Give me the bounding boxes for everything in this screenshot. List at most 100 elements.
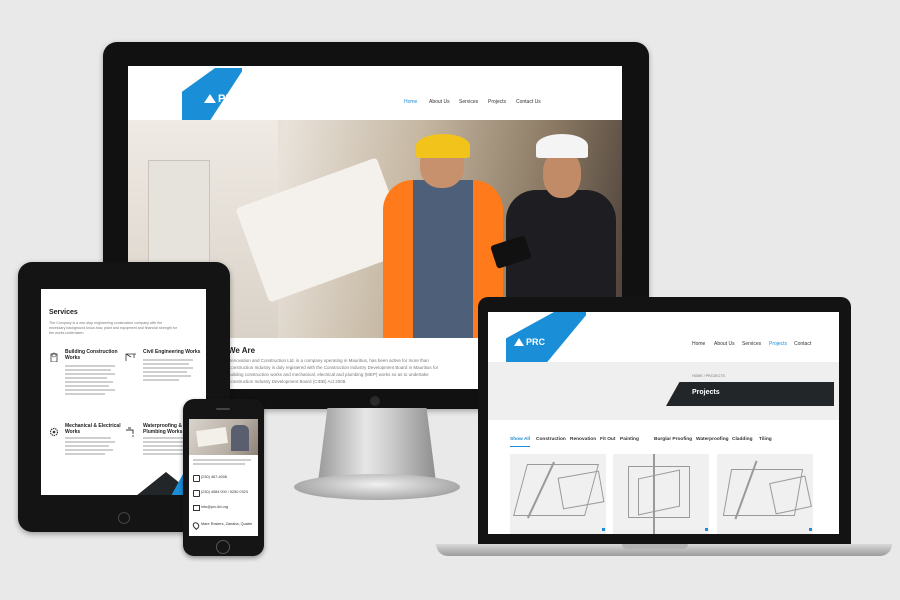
project-thumbnail[interactable]: [717, 454, 813, 534]
laptop-trackpad-notch: [622, 544, 688, 549]
laptop-logo-mark-icon: [514, 338, 524, 346]
laptop-logo-text: PRC: [526, 337, 546, 347]
service-text: [143, 359, 193, 361]
desktop-nav-projects[interactable]: Projects: [488, 99, 506, 105]
contact-phone-1[interactable]: (230) 467-4006: [201, 475, 227, 479]
service-title-building[interactable]: Building Construction Works: [65, 349, 118, 361]
project-link-icon: [602, 528, 605, 531]
laptop-screen: PRC Home About Us Services Projects Cont…: [488, 312, 839, 534]
location-icon: [191, 520, 201, 531]
about-line: Construction Industry Development Board …: [228, 379, 347, 384]
phone-icon: [193, 490, 200, 497]
monitor-stand: [318, 408, 436, 482]
hero-worker-shirt: [413, 180, 473, 338]
service-title-line: Plumbing Works: [143, 429, 183, 435]
tablet-screen: Services The Company is a one-stop engin…: [41, 289, 206, 495]
desktop-nav-services[interactable]: Services: [459, 99, 478, 105]
active-filter-underline: [510, 446, 530, 447]
hero-yellow-helmet: [416, 134, 470, 158]
service-text: [65, 449, 113, 451]
laptop-nav-about[interactable]: About Us: [714, 341, 735, 347]
about-line: Renovation and Construction Ltd. is a co…: [228, 358, 429, 363]
service-title-line: Works: [65, 429, 81, 435]
desktop-nav-contact[interactable]: Contact Us: [516, 99, 541, 105]
faucet-icon: [125, 424, 137, 437]
desktop-nav-home[interactable]: Home: [404, 99, 417, 105]
service-text: [65, 445, 109, 447]
service-text: [143, 367, 193, 369]
filter-cladding[interactable]: Cladding: [732, 437, 753, 442]
service-text: [65, 437, 111, 439]
monitor-logo-icon: [370, 396, 380, 406]
services-intro-line: necessary background know-how, plant and…: [49, 326, 178, 330]
filter-tiling[interactable]: Tiling: [759, 437, 772, 442]
service-text: [65, 369, 111, 371]
monitor-base: [294, 474, 460, 500]
services-intro-line: the works undertaken.: [49, 331, 85, 335]
filter-burglar-proofing[interactable]: Burglar Proofing: [654, 437, 692, 442]
service-text: [65, 381, 113, 383]
service-text: [65, 393, 105, 395]
project-thumbnail[interactable]: [613, 454, 709, 534]
service-text: [143, 379, 179, 381]
filter-painting[interactable]: Painting: [620, 437, 639, 442]
service-title-line: Civil Engineering Works: [143, 349, 201, 355]
breadcrumb[interactable]: HOME / PROJECTS: [692, 374, 725, 378]
hero-white-helmet: [536, 134, 588, 158]
service-text: [143, 375, 191, 377]
service-text: [143, 363, 189, 365]
filter-show-all[interactable]: Show All: [510, 437, 530, 442]
phone-text: [193, 463, 245, 465]
mail-icon: [193, 505, 200, 511]
filter-construction[interactable]: Construction: [536, 437, 566, 442]
page-title: Projects: [692, 389, 720, 396]
filter-fit-out[interactable]: Fit Out: [600, 437, 615, 442]
about-heading: We Are: [228, 346, 256, 355]
desktop-nav-about[interactable]: About Us: [429, 99, 450, 105]
services-intro-line: The Company is a one-stop engineering co…: [49, 321, 163, 325]
service-title-civil[interactable]: Civil Engineering Works: [143, 349, 200, 355]
service-text: [65, 377, 107, 379]
desktop-header: PRC Home About Us Services Projects Cont…: [128, 66, 622, 136]
service-title-mechanical[interactable]: Mechanical & Electrical Works: [65, 423, 121, 435]
service-title-line: Works: [65, 355, 81, 361]
phone-hero-image: [189, 419, 258, 455]
building-icon: [49, 349, 59, 363]
service-text: [65, 373, 115, 375]
laptop-nav-contact[interactable]: Contact: [794, 341, 811, 347]
contact-email[interactable]: info@prc-ltd.org: [201, 505, 228, 509]
service-text: [65, 385, 109, 387]
desktop-logo-mark-icon: [204, 94, 216, 103]
desktop-logo-text: PRC: [218, 93, 242, 105]
service-text: [65, 453, 105, 455]
phone-screen: (230) 467-4006 (230) 4584 000 / 5250 032…: [189, 419, 258, 536]
tablet-home-button[interactable]: [118, 512, 130, 524]
phone-hero-person: [231, 425, 249, 451]
services-heading: Services: [49, 309, 78, 316]
project-filters: Show All Construction Renovation Fit Out…: [510, 437, 839, 447]
service-title-waterproofing[interactable]: Waterproofing & Plumbing Works: [143, 423, 182, 435]
service-text: [143, 371, 187, 373]
service-text: [65, 365, 115, 367]
phone-speaker: [216, 408, 230, 410]
phone-icon: [193, 475, 200, 482]
project-thumbnail[interactable]: [510, 454, 606, 534]
laptop-nav-services[interactable]: Services: [742, 341, 761, 347]
service-text: [65, 389, 115, 391]
filter-waterproofing[interactable]: Waterproofing: [696, 437, 729, 442]
phone-home-button[interactable]: [216, 540, 230, 554]
service-text: [65, 441, 115, 443]
laptop-nav-projects[interactable]: Projects: [769, 341, 787, 347]
crane-icon: [125, 349, 137, 361]
contact-phone-2[interactable]: (230) 4584 000 / 5250 0323: [201, 490, 248, 494]
project-link-icon: [809, 528, 812, 531]
project-link-icon: [705, 528, 708, 531]
about-line: Construction Industry is duly registered…: [228, 365, 439, 370]
service-text: [143, 449, 185, 451]
about-line: building construction works and mechanic…: [228, 372, 429, 377]
phone-text: [193, 459, 251, 461]
laptop-nav-home[interactable]: Home: [692, 341, 705, 347]
gear-icon: [49, 424, 59, 437]
contact-address: Mare Rosiers, Zanaba, Quatre: [201, 522, 253, 526]
filter-renovation[interactable]: Renovation: [570, 437, 596, 442]
